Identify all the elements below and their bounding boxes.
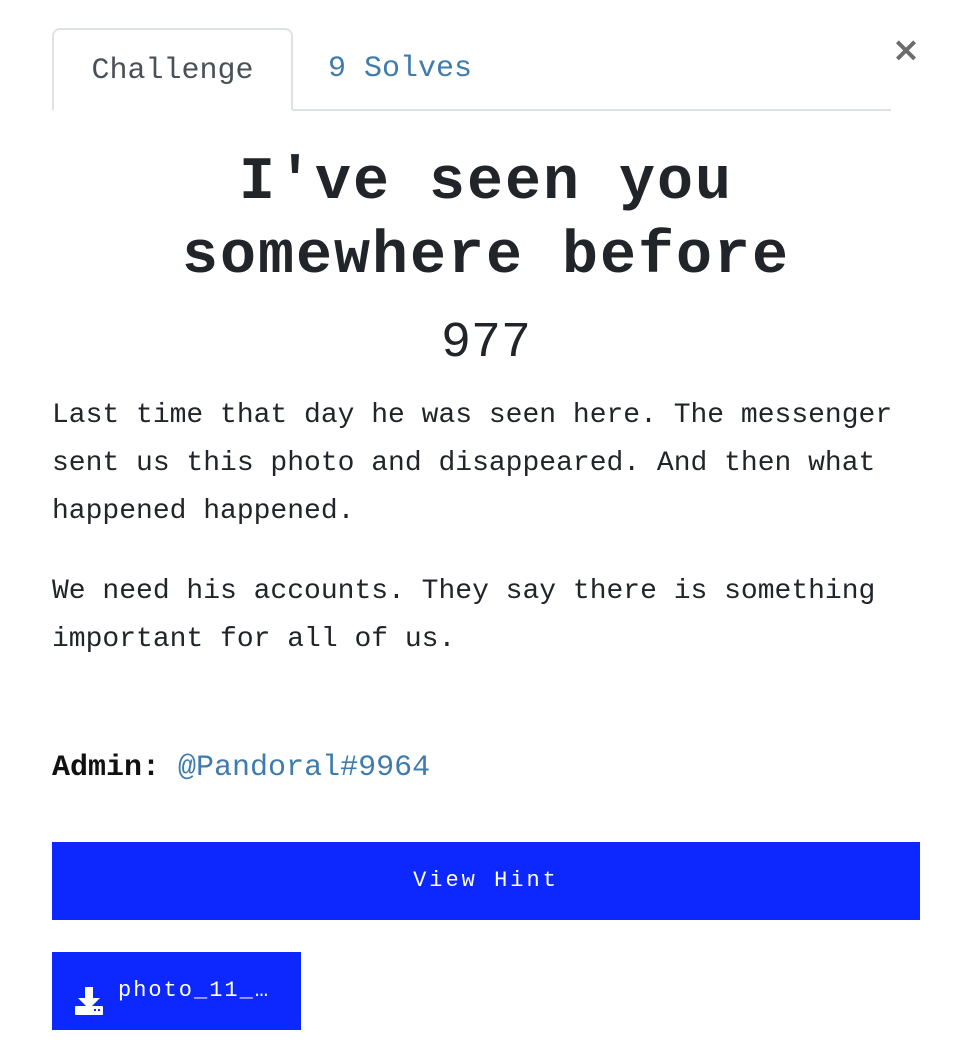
admin-label: Admin: [52, 751, 161, 785]
tab-challenge[interactable]: Challenge [52, 28, 293, 111]
admin-handle-link[interactable]: @Pandoral#9964 [178, 751, 430, 785]
challenge-title: I've seen you somewhere before [181, 149, 791, 291]
download-file-button[interactable]: photo_11_… [52, 952, 301, 1030]
description-paragraph-1: Last time that day he was seen here. The… [52, 400, 893, 527]
admin-line: Admin: @Pandoral#9964 [52, 744, 430, 792]
download-icon [74, 972, 104, 1015]
file-name-label: photo_11_… [118, 978, 271, 1003]
challenge-tabs: Challenge 9 Solves [52, 28, 891, 111]
close-icon[interactable]: × [890, 30, 922, 70]
challenge-modal: × Challenge 9 Solves I've seen you somew… [0, 0, 964, 1050]
description-paragraph-2: We need his accounts. They say there is … [52, 576, 876, 655]
tab-solves[interactable]: 9 Solves [328, 28, 472, 111]
view-hint-button[interactable]: View Hint [52, 842, 920, 920]
challenge-points: 977 [440, 315, 531, 372]
